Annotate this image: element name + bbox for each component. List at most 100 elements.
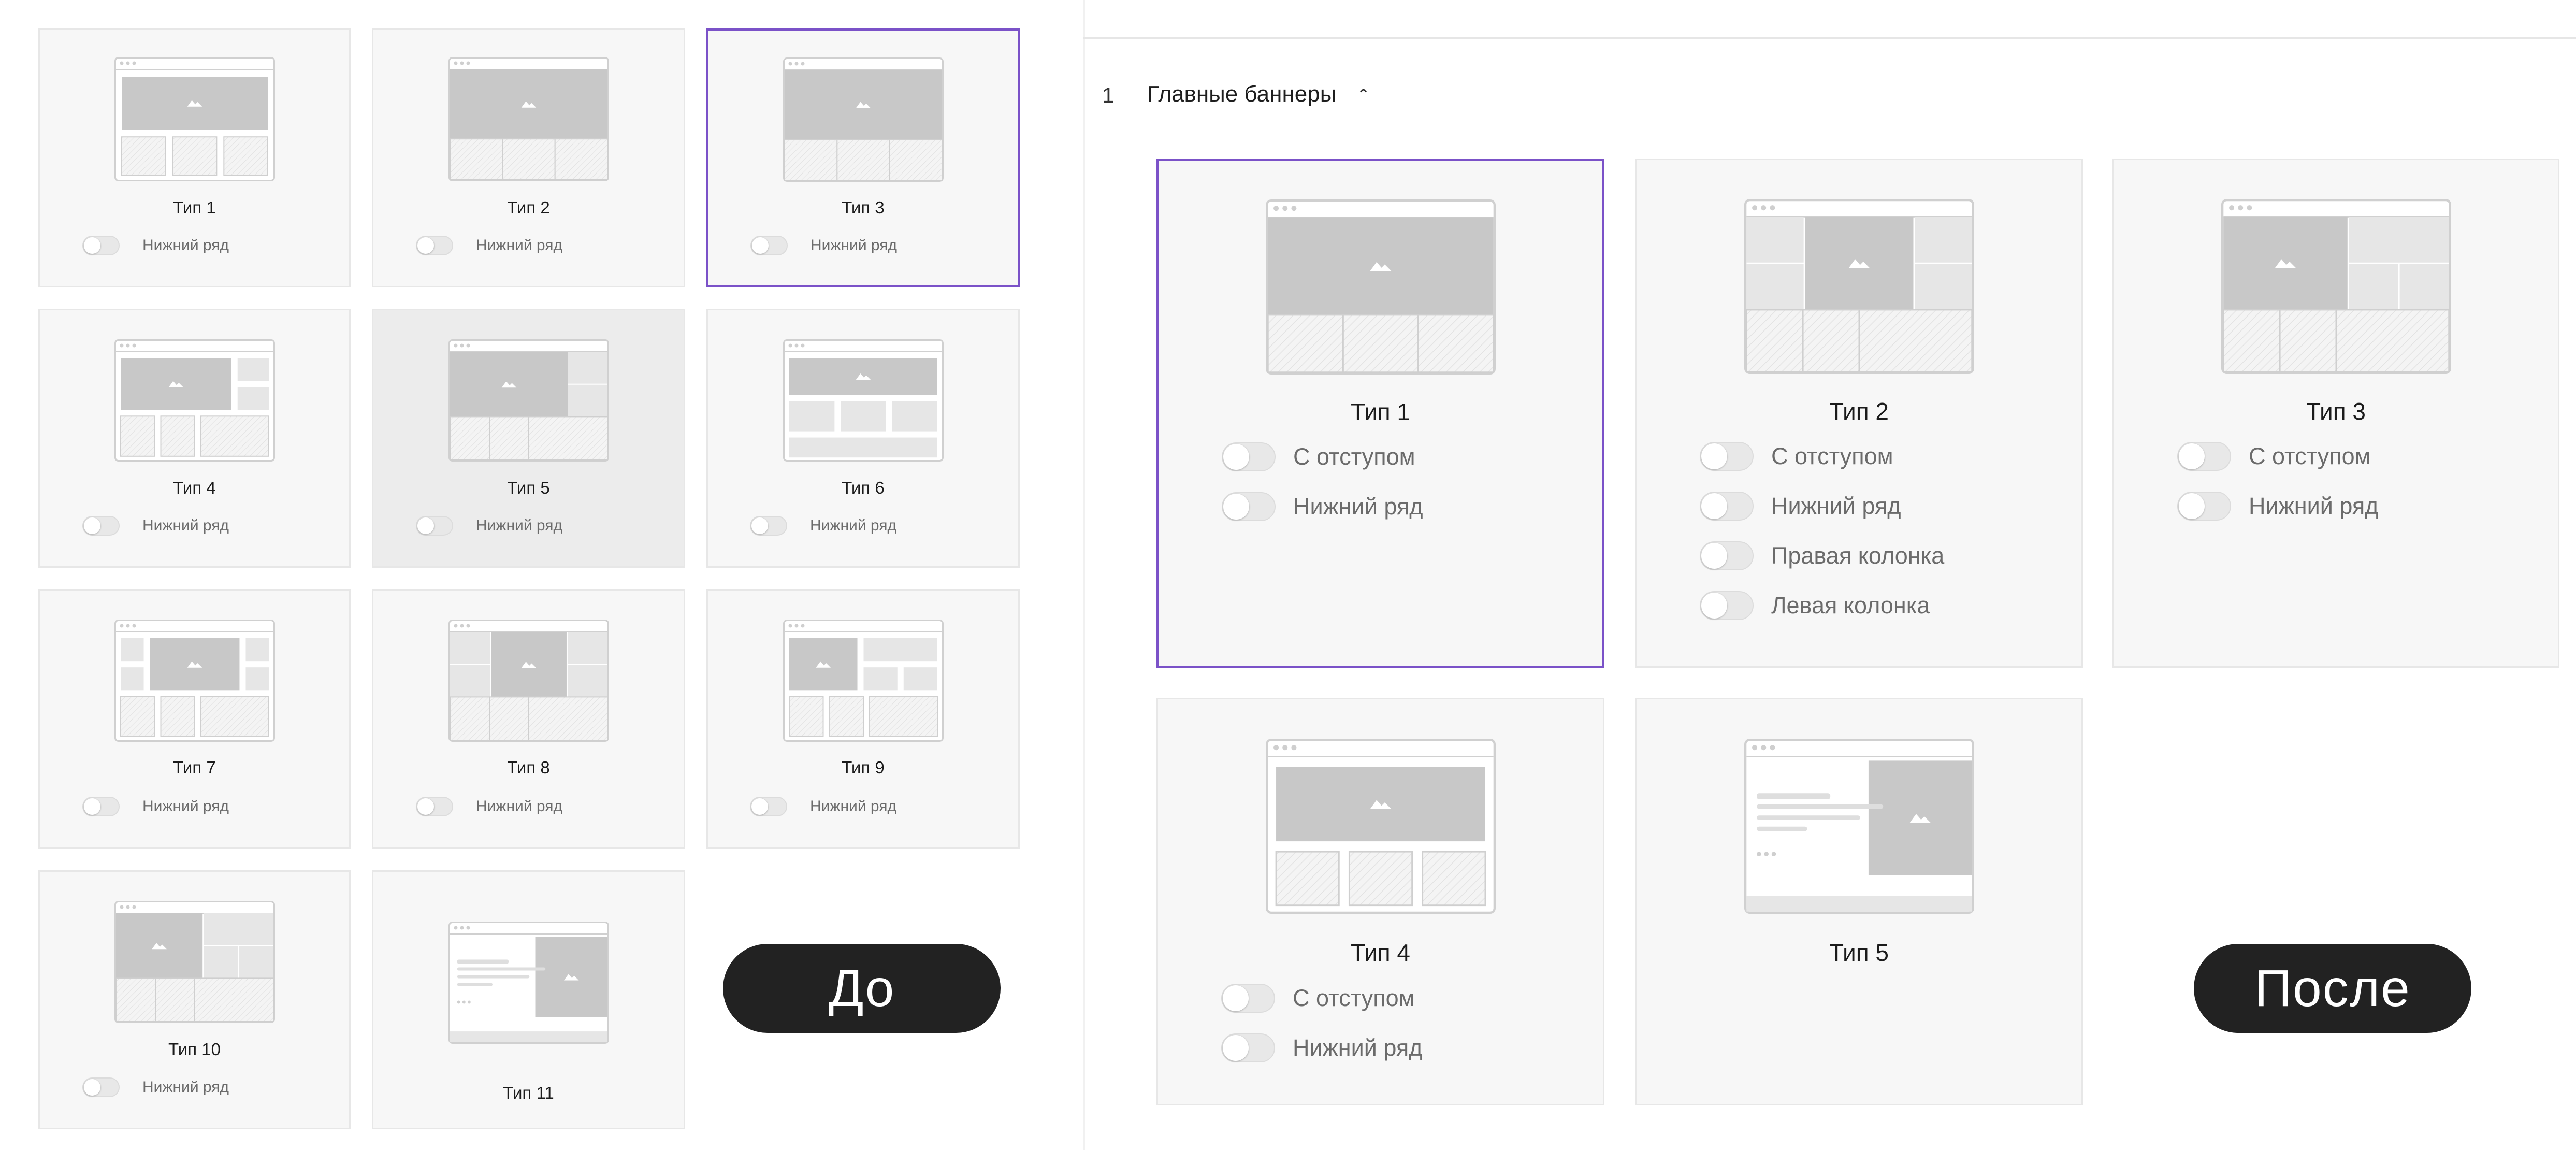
placeholder-cell bbox=[1858, 309, 1973, 373]
after-card-type-4[interactable]: Тип 4 С отступом Нижний ряд bbox=[1156, 698, 1604, 1105]
toggle-switch[interactable] bbox=[82, 236, 120, 255]
after-card-type-3[interactable]: Тип 3 С отступом Нижний ряд bbox=[2112, 159, 2559, 668]
placeholder-cell bbox=[836, 139, 890, 181]
window-dot bbox=[2237, 205, 2243, 211]
window-dot bbox=[801, 624, 804, 628]
toggle-switch[interactable] bbox=[1221, 1033, 1275, 1062]
option-bottom-row[interactable]: Нижний ряд bbox=[750, 236, 897, 255]
option-bottom-row[interactable]: Нижний ряд bbox=[82, 516, 229, 536]
option-right-column[interactable]: Правая колонка bbox=[1700, 541, 1944, 570]
side-block bbox=[237, 358, 269, 381]
toggle-switch[interactable] bbox=[750, 236, 788, 255]
card-title: Тип 10 bbox=[168, 1040, 221, 1059]
toggle-switch[interactable] bbox=[2177, 492, 2231, 521]
toggle-switch[interactable] bbox=[750, 516, 787, 536]
option-bottom-row[interactable]: Нижний ряд bbox=[416, 797, 562, 816]
placeholder-cell bbox=[449, 138, 503, 180]
section-number: 1 bbox=[1102, 83, 1115, 107]
layout-thumbnail bbox=[1265, 739, 1496, 916]
toggle-switch[interactable] bbox=[416, 516, 453, 536]
layout-thumbnail bbox=[114, 339, 275, 464]
placeholder-cell bbox=[1275, 851, 1340, 907]
option-bottom-row[interactable]: Нижний ряд bbox=[750, 797, 896, 816]
after-card-type-2[interactable]: Тип 2 С отступом Нижний ряд Правая колон… bbox=[1635, 159, 2083, 668]
top-divider bbox=[1083, 37, 2576, 39]
before-card-type-5[interactable]: Тип 5 Нижний ряд bbox=[372, 309, 685, 568]
window-dot bbox=[120, 343, 123, 348]
option-bottom-row[interactable]: Нижний ряд bbox=[416, 236, 562, 255]
option-bottom-row[interactable]: Нижний ряд bbox=[82, 1077, 229, 1097]
toggle-switch[interactable] bbox=[1700, 591, 1754, 620]
card-title: Тип 9 bbox=[842, 758, 885, 777]
option-left-column[interactable]: Левая колонка bbox=[1700, 591, 1930, 620]
toggle-switch[interactable] bbox=[1700, 492, 1754, 521]
toggle-switch[interactable] bbox=[1222, 442, 1276, 471]
carousel-dot bbox=[1756, 852, 1761, 856]
option-bottom-row[interactable]: Нижний ряд bbox=[82, 236, 229, 255]
carousel-dot bbox=[1763, 852, 1769, 856]
toggle-switch[interactable] bbox=[416, 797, 453, 816]
before-card-type-10[interactable]: Тип 10 Нижний ряд bbox=[38, 870, 351, 1129]
wireframe-svg bbox=[1744, 199, 1974, 374]
placeholder-cell bbox=[829, 696, 864, 737]
placeholder-cell bbox=[554, 138, 608, 180]
before-card-type-11[interactable]: Тип 11 bbox=[372, 870, 685, 1129]
option-bottom-row[interactable]: Нижний ряд bbox=[416, 516, 562, 536]
text-line bbox=[1756, 826, 1807, 831]
layout-thumbnail bbox=[114, 901, 275, 1026]
toggle-switch[interactable] bbox=[82, 797, 120, 816]
image-placeholder bbox=[1868, 760, 1972, 875]
window-dot bbox=[2228, 205, 2234, 211]
collapse-caret-icon[interactable]: ⌃ bbox=[1357, 86, 1370, 104]
image-placeholder bbox=[490, 632, 567, 697]
window-dot bbox=[132, 61, 136, 65]
before-card-type-6[interactable]: Тип 6 Нижний ряд bbox=[706, 309, 1020, 568]
option-bottom-row[interactable]: Нижний ряд bbox=[750, 516, 896, 536]
window-dot bbox=[460, 61, 464, 65]
before-card-type-3[interactable]: Тип 3 Нижний ряд bbox=[706, 28, 1020, 288]
layout-thumbnail bbox=[783, 339, 944, 464]
before-card-type-4[interactable]: Тип 4 Нижний ряд bbox=[38, 309, 351, 568]
placeholder-cell bbox=[784, 139, 837, 181]
placeholder-cell bbox=[2279, 309, 2337, 373]
after-card-type-1[interactable]: Тип 1 С отступом Нижний ряд bbox=[1156, 159, 1604, 668]
window-dot bbox=[788, 343, 792, 348]
toggle-switch[interactable] bbox=[416, 236, 453, 255]
option-bottom-row[interactable]: Нижний ряд bbox=[82, 797, 229, 816]
option-bottom-row[interactable]: Нижний ряд bbox=[1700, 492, 1901, 521]
layout-thumbnail bbox=[448, 620, 609, 744]
image-placeholder bbox=[1267, 217, 1494, 315]
side-block bbox=[1914, 217, 1972, 263]
before-card-type-7[interactable]: Тип 7 Нижний ряд bbox=[38, 589, 351, 849]
toggle-switch[interactable] bbox=[2177, 442, 2231, 471]
toggle-switch[interactable] bbox=[750, 797, 787, 816]
option-with-padding[interactable]: С отступом bbox=[1700, 442, 1893, 471]
placeholder-cell bbox=[889, 139, 943, 181]
option-label: С отступом bbox=[2249, 443, 2371, 469]
toggle-switch[interactable] bbox=[82, 1077, 120, 1097]
toggle-switch[interactable] bbox=[1700, 541, 1754, 570]
before-card-type-1[interactable]: Тип 1 Нижний ряд bbox=[38, 28, 351, 288]
option-with-padding[interactable]: С отступом bbox=[1221, 984, 1415, 1013]
placeholder-cell bbox=[200, 415, 269, 457]
side-block bbox=[2399, 264, 2449, 310]
after-card-type-5[interactable]: Тип 5 bbox=[1635, 698, 2083, 1105]
carousel-dot bbox=[1771, 852, 1776, 856]
before-card-type-9[interactable]: Тип 9 Нижний ряд bbox=[706, 589, 1020, 849]
option-with-padding[interactable]: С отступом bbox=[1222, 442, 1415, 471]
toggle-switch[interactable] bbox=[82, 516, 120, 536]
toggle-switch[interactable] bbox=[1700, 442, 1754, 471]
placeholder-cell bbox=[2335, 309, 2450, 373]
section-title[interactable]: Главные баннеры bbox=[1147, 81, 1336, 107]
placeholder-cell bbox=[501, 138, 556, 180]
card-title: Тип 6 bbox=[842, 478, 885, 497]
option-bottom-row[interactable]: Нижний ряд bbox=[1222, 492, 1423, 521]
toggle-switch[interactable] bbox=[1222, 492, 1276, 521]
option-bottom-row[interactable]: Нижний ряд bbox=[2177, 492, 2379, 521]
before-card-type-8[interactable]: Тип 8 Нижний ряд bbox=[372, 589, 685, 849]
option-bottom-row[interactable]: Нижний ряд bbox=[1221, 1033, 1423, 1062]
toggle-switch[interactable] bbox=[1221, 984, 1275, 1013]
before-card-type-2[interactable]: Тип 2 Нижний ряд bbox=[372, 28, 685, 288]
option-with-padding[interactable]: С отступом bbox=[2177, 442, 2371, 471]
window-dot bbox=[132, 905, 136, 909]
